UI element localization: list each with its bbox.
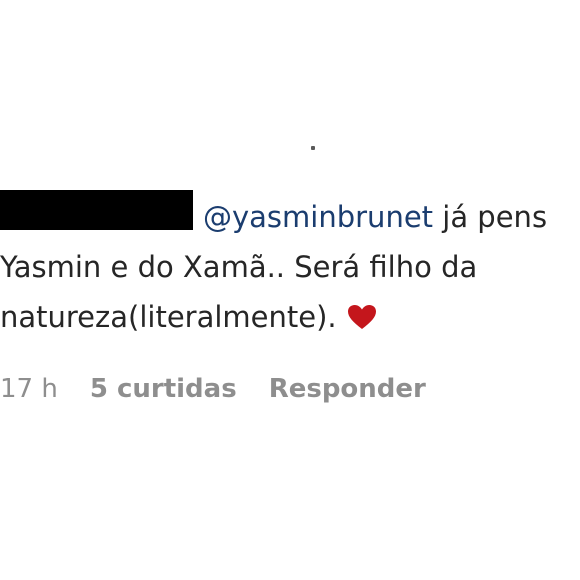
comment-line-1: @yasminbrunet já pens: [0, 192, 580, 242]
likes-count-button[interactable]: 5 curtidas: [90, 374, 237, 404]
mention-link[interactable]: @yasminbrunet: [203, 200, 433, 234]
comment-line-1-text: já pens: [433, 200, 548, 234]
comment-body: @yasminbrunet já pens Yasmin e do Xamã..…: [0, 192, 580, 345]
comment-timestamp: 17 h: [0, 374, 58, 404]
comment-meta: 17 h 5 curtidas Responder: [0, 374, 426, 404]
comment-line-3: natureza(literalmente).: [0, 300, 337, 334]
comment-screenshot: @yasminbrunet já pens Yasmin e do Xamã..…: [0, 0, 580, 580]
comment-line-2: Yasmin e do Xamã.. Será filho da: [0, 250, 478, 284]
reply-button[interactable]: Responder: [269, 374, 426, 404]
heart-icon: [347, 295, 377, 345]
comment-line-3-wrap: natureza(literalmente).: [0, 292, 580, 345]
separator-dot: [311, 146, 315, 150]
